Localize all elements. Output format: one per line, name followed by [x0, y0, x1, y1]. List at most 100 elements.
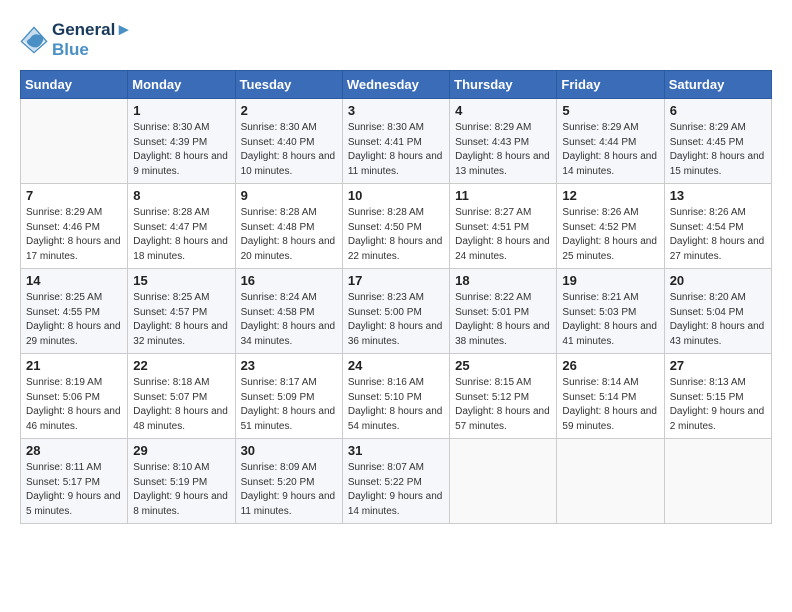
day-detail: Sunrise: 8:17 AM Sunset: 5:09 PM Dayligh…: [241, 376, 337, 434]
day-detail: Sunrise: 8:14 AM Sunset: 5:14 PM Dayligh…: [562, 376, 658, 434]
day-cell: 19 Sunrise: 8:21 AM Sunset: 5:03 PM Dayl…: [557, 269, 664, 354]
logo-text: General► Blue: [52, 20, 132, 60]
logo-icon: [20, 26, 48, 54]
header-monday: Monday: [128, 71, 235, 99]
day-cell: 30 Sunrise: 8:09 AM Sunset: 5:20 PM Dayl…: [235, 439, 342, 524]
sunset-label: Sunset: 4:47 PM: [133, 222, 207, 233]
sunset-label: Sunset: 5:04 PM: [670, 307, 744, 318]
sunset-label: Sunset: 5:03 PM: [562, 307, 636, 318]
day-detail: Sunrise: 8:10 AM Sunset: 5:19 PM Dayligh…: [133, 461, 229, 519]
logo: General► Blue: [20, 20, 132, 60]
sunset-label: Sunset: 5:10 PM: [348, 392, 422, 403]
day-number: 23: [241, 358, 337, 373]
day-number: 6: [670, 103, 766, 118]
week-row-4: 21 Sunrise: 8:19 AM Sunset: 5:06 PM Dayl…: [21, 354, 772, 439]
sunrise-label: Sunrise: 8:28 AM: [133, 207, 209, 218]
day-detail: Sunrise: 8:07 AM Sunset: 5:22 PM Dayligh…: [348, 461, 444, 519]
week-row-3: 14 Sunrise: 8:25 AM Sunset: 4:55 PM Dayl…: [21, 269, 772, 354]
sunrise-label: Sunrise: 8:11 AM: [26, 462, 101, 473]
sunset-label: Sunset: 4:50 PM: [348, 222, 422, 233]
day-number: 30: [241, 443, 337, 458]
sunrise-label: Sunrise: 8:27 AM: [455, 207, 531, 218]
daylight-label: Daylight: 8 hours and 54 minutes.: [348, 406, 443, 432]
sunset-label: Sunset: 5:07 PM: [133, 392, 207, 403]
day-detail: Sunrise: 8:19 AM Sunset: 5:06 PM Dayligh…: [26, 376, 122, 434]
day-number: 21: [26, 358, 122, 373]
day-cell: 17 Sunrise: 8:23 AM Sunset: 5:00 PM Dayl…: [342, 269, 449, 354]
sunset-label: Sunset: 4:44 PM: [562, 137, 636, 148]
day-detail: Sunrise: 8:29 AM Sunset: 4:46 PM Dayligh…: [26, 206, 122, 264]
daylight-label: Daylight: 8 hours and 41 minutes.: [562, 321, 657, 347]
sunrise-label: Sunrise: 8:20 AM: [670, 292, 746, 303]
daylight-label: Daylight: 8 hours and 15 minutes.: [670, 151, 765, 177]
day-cell: 14 Sunrise: 8:25 AM Sunset: 4:55 PM Dayl…: [21, 269, 128, 354]
day-detail: Sunrise: 8:23 AM Sunset: 5:00 PM Dayligh…: [348, 291, 444, 349]
sunset-label: Sunset: 4:40 PM: [241, 137, 315, 148]
week-row-1: 1 Sunrise: 8:30 AM Sunset: 4:39 PM Dayli…: [21, 99, 772, 184]
day-detail: Sunrise: 8:22 AM Sunset: 5:01 PM Dayligh…: [455, 291, 551, 349]
day-number: 7: [26, 188, 122, 203]
day-cell: 7 Sunrise: 8:29 AM Sunset: 4:46 PM Dayli…: [21, 184, 128, 269]
sunrise-label: Sunrise: 8:22 AM: [455, 292, 531, 303]
day-detail: Sunrise: 8:26 AM Sunset: 4:54 PM Dayligh…: [670, 206, 766, 264]
daylight-label: Daylight: 8 hours and 27 minutes.: [670, 236, 765, 262]
sunrise-label: Sunrise: 8:24 AM: [241, 292, 317, 303]
day-number: 29: [133, 443, 229, 458]
day-number: 12: [562, 188, 658, 203]
sunrise-label: Sunrise: 8:23 AM: [348, 292, 424, 303]
day-number: 2: [241, 103, 337, 118]
day-cell: 24 Sunrise: 8:16 AM Sunset: 5:10 PM Dayl…: [342, 354, 449, 439]
header-friday: Friday: [557, 71, 664, 99]
daylight-label: Daylight: 8 hours and 25 minutes.: [562, 236, 657, 262]
day-cell: 28 Sunrise: 8:11 AM Sunset: 5:17 PM Dayl…: [21, 439, 128, 524]
day-number: 22: [133, 358, 229, 373]
day-detail: Sunrise: 8:09 AM Sunset: 5:20 PM Dayligh…: [241, 461, 337, 519]
sunset-label: Sunset: 4:45 PM: [670, 137, 744, 148]
day-cell: 27 Sunrise: 8:13 AM Sunset: 5:15 PM Dayl…: [664, 354, 771, 439]
day-cell: 4 Sunrise: 8:29 AM Sunset: 4:43 PM Dayli…: [450, 99, 557, 184]
sunrise-label: Sunrise: 8:28 AM: [348, 207, 424, 218]
daylight-label: Daylight: 8 hours and 29 minutes.: [26, 321, 121, 347]
day-cell: 31 Sunrise: 8:07 AM Sunset: 5:22 PM Dayl…: [342, 439, 449, 524]
sunrise-label: Sunrise: 8:25 AM: [26, 292, 102, 303]
day-cell: [664, 439, 771, 524]
day-cell: 22 Sunrise: 8:18 AM Sunset: 5:07 PM Dayl…: [128, 354, 235, 439]
day-number: 3: [348, 103, 444, 118]
day-detail: Sunrise: 8:18 AM Sunset: 5:07 PM Dayligh…: [133, 376, 229, 434]
day-cell: 10 Sunrise: 8:28 AM Sunset: 4:50 PM Dayl…: [342, 184, 449, 269]
sunrise-label: Sunrise: 8:29 AM: [670, 122, 746, 133]
day-number: 26: [562, 358, 658, 373]
daylight-label: Daylight: 8 hours and 20 minutes.: [241, 236, 336, 262]
daylight-label: Daylight: 8 hours and 24 minutes.: [455, 236, 550, 262]
sunset-label: Sunset: 4:46 PM: [26, 222, 100, 233]
day-cell: 18 Sunrise: 8:22 AM Sunset: 5:01 PM Dayl…: [450, 269, 557, 354]
header-tuesday: Tuesday: [235, 71, 342, 99]
day-detail: Sunrise: 8:28 AM Sunset: 4:48 PM Dayligh…: [241, 206, 337, 264]
day-cell: 23 Sunrise: 8:17 AM Sunset: 5:09 PM Dayl…: [235, 354, 342, 439]
day-detail: Sunrise: 8:25 AM Sunset: 4:55 PM Dayligh…: [26, 291, 122, 349]
header-saturday: Saturday: [664, 71, 771, 99]
sunset-label: Sunset: 4:58 PM: [241, 307, 315, 318]
day-cell: 9 Sunrise: 8:28 AM Sunset: 4:48 PM Dayli…: [235, 184, 342, 269]
header-sunday: Sunday: [21, 71, 128, 99]
day-cell: 20 Sunrise: 8:20 AM Sunset: 5:04 PM Dayl…: [664, 269, 771, 354]
day-detail: Sunrise: 8:30 AM Sunset: 4:41 PM Dayligh…: [348, 121, 444, 179]
sunrise-label: Sunrise: 8:29 AM: [455, 122, 531, 133]
sunrise-label: Sunrise: 8:30 AM: [133, 122, 209, 133]
weekday-header-row: SundayMondayTuesdayWednesdayThursdayFrid…: [21, 71, 772, 99]
sunrise-label: Sunrise: 8:13 AM: [670, 377, 746, 388]
daylight-label: Daylight: 9 hours and 2 minutes.: [670, 406, 765, 432]
day-cell: 6 Sunrise: 8:29 AM Sunset: 4:45 PM Dayli…: [664, 99, 771, 184]
sunset-label: Sunset: 4:55 PM: [26, 307, 100, 318]
day-number: 15: [133, 273, 229, 288]
day-detail: Sunrise: 8:28 AM Sunset: 4:47 PM Dayligh…: [133, 206, 229, 264]
day-cell: [21, 99, 128, 184]
day-cell: 5 Sunrise: 8:29 AM Sunset: 4:44 PM Dayli…: [557, 99, 664, 184]
sunset-label: Sunset: 5:20 PM: [241, 477, 315, 488]
daylight-label: Daylight: 8 hours and 13 minutes.: [455, 151, 550, 177]
header-wednesday: Wednesday: [342, 71, 449, 99]
day-cell: 15 Sunrise: 8:25 AM Sunset: 4:57 PM Dayl…: [128, 269, 235, 354]
sunrise-label: Sunrise: 8:07 AM: [348, 462, 424, 473]
day-detail: Sunrise: 8:29 AM Sunset: 4:43 PM Dayligh…: [455, 121, 551, 179]
daylight-label: Daylight: 8 hours and 43 minutes.: [670, 321, 765, 347]
